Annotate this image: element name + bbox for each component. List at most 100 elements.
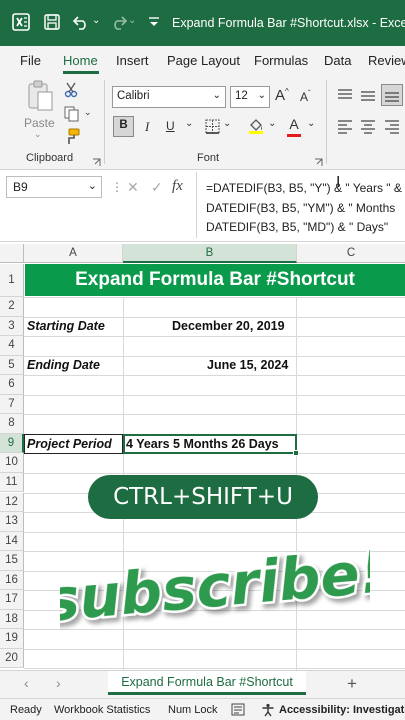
bold-button[interactable]: B (113, 116, 134, 137)
cell-b5[interactable]: June 15, 2024 (207, 358, 288, 372)
accessibility-status[interactable]: Accessibility: Investigate (279, 704, 405, 716)
row-header-9[interactable]: 9 (0, 433, 24, 454)
align-right-icon[interactable] (384, 120, 400, 139)
font-color-dropdown-icon[interactable]: ⌄ (307, 118, 315, 129)
align-bottom-button[interactable] (381, 84, 403, 106)
font-size-select[interactable]: 12 ⌄ (230, 86, 270, 108)
paste-dropdown-icon[interactable]: ⌄ (34, 129, 42, 140)
italic-button[interactable]: I (145, 119, 149, 135)
font-size-value: 12 (235, 90, 248, 102)
undo-dropdown-icon[interactable]: ⌄ (92, 15, 100, 26)
sheet-tab-bar: ‹ › Expand Formula Bar #Shortcut + (0, 670, 405, 698)
title-bar: ⌄ ⌄ Expand Formula Bar #Shortcut.xlsx - … (0, 0, 405, 46)
sheet-tab-active[interactable]: Expand Formula Bar #Shortcut (108, 671, 306, 695)
font-group-label: Font (197, 152, 220, 164)
workbook-statistics-button[interactable]: Workbook Statistics (54, 704, 150, 716)
menu-formulas[interactable]: Formulas (254, 53, 308, 68)
next-sheet-icon[interactable]: › (56, 675, 61, 691)
copy-dropdown-icon[interactable]: ⌄ (84, 107, 92, 118)
status-ready: Ready (10, 704, 42, 716)
row-header-16[interactable]: 16 (0, 570, 24, 591)
enter-icon[interactable]: ✓ (151, 179, 163, 196)
add-sheet-button[interactable]: + (347, 674, 357, 694)
row-header-13[interactable]: 13 (0, 512, 24, 532)
increase-font-size-button[interactable]: A^ (275, 87, 289, 104)
more-options-icon[interactable]: ⋮ (111, 180, 123, 194)
formula-text[interactable]: =DATEDIF(B3, B5, "Y") & " Years " & DATE… (206, 179, 402, 238)
gridline (24, 355, 405, 357)
align-left-icon[interactable] (337, 120, 353, 139)
redo-dropdown-icon[interactable]: ⌄ (128, 15, 136, 26)
format-painter-icon[interactable] (63, 128, 81, 151)
paste-button-label[interactable]: Paste (24, 116, 55, 130)
row-header-19[interactable]: 19 (0, 629, 24, 649)
row-header-20[interactable]: 20 (0, 648, 24, 669)
decrease-font-size-button[interactable]: Aˇ (300, 89, 311, 104)
row-header-5[interactable]: 5 (0, 355, 24, 376)
fill-handle[interactable] (293, 450, 299, 456)
row-header-12[interactable]: 12 (0, 492, 24, 513)
name-box[interactable]: B9 ⌄ (6, 176, 102, 198)
menu-file[interactable]: File (20, 53, 41, 68)
fill-color-icon[interactable] (248, 117, 264, 140)
row-header-1[interactable]: 1 (0, 264, 24, 297)
row-header-15[interactable]: 15 (0, 551, 24, 571)
menu-page-layout[interactable]: Page Layout (167, 53, 240, 68)
cell-a5[interactable]: Ending Date (27, 358, 100, 372)
excel-logo-icon (12, 13, 30, 36)
align-middle-icon[interactable] (360, 90, 376, 108)
column-header-a[interactable]: A (24, 244, 123, 263)
row-header-6[interactable]: 6 (0, 375, 24, 395)
chevron-down-icon: ⌄ (212, 90, 221, 101)
customize-toolbar-icon[interactable] (148, 15, 160, 34)
insert-function-button[interactable]: fx (172, 178, 183, 195)
underline-button[interactable]: U (166, 119, 175, 133)
menu-insert[interactable]: Insert (116, 53, 149, 68)
copy-icon[interactable] (64, 106, 80, 127)
font-name-select[interactable]: Calibri ⌄ (112, 86, 226, 108)
ribbon-separator (104, 80, 105, 164)
row-header-3[interactable]: 3 (0, 316, 24, 337)
underline-dropdown-icon[interactable]: ⌄ (185, 118, 193, 129)
cell-b3[interactable]: December 20, 2019 (172, 319, 285, 333)
menu-home[interactable]: Home (63, 53, 98, 68)
cell-a3[interactable]: Starting Date (27, 319, 105, 333)
title-banner[interactable]: Expand Formula Bar #Shortcut (25, 264, 405, 296)
align-center-icon[interactable] (360, 120, 376, 139)
accessibility-icon[interactable] (261, 703, 275, 720)
row-header-10[interactable]: 10 (0, 453, 24, 473)
macro-recording-icon[interactable] (231, 703, 245, 719)
row-header-11[interactable]: 11 (0, 472, 24, 493)
row-header-8[interactable]: 8 (0, 414, 24, 434)
fill-color-dropdown-icon[interactable]: ⌄ (268, 118, 276, 129)
ribbon-separator (326, 80, 327, 164)
menu-review[interactable]: Review (368, 53, 405, 68)
row-header-17[interactable]: 17 (0, 590, 24, 610)
row-header-4[interactable]: 4 (0, 336, 24, 356)
column-header-c[interactable]: C (297, 244, 405, 263)
cell-a9-text: Project Period (27, 437, 112, 451)
prev-sheet-icon[interactable]: ‹ (24, 675, 29, 691)
column-header-b[interactable]: B (123, 244, 297, 263)
gridline (24, 394, 405, 396)
status-bar: Ready Workbook Statistics Num Lock Acces… (0, 698, 405, 720)
row-header-7[interactable]: 7 (0, 394, 24, 415)
align-top-icon[interactable] (337, 88, 353, 106)
select-all-corner[interactable] (0, 244, 24, 263)
redo-icon[interactable] (108, 13, 128, 36)
subscribe-overlay: subscribe! (60, 535, 370, 638)
undo-icon[interactable] (72, 13, 92, 36)
menu-data[interactable]: Data (324, 53, 351, 68)
save-icon[interactable] (43, 13, 61, 36)
cancel-icon[interactable]: ✕ (127, 179, 139, 196)
borders-icon[interactable] (205, 119, 220, 139)
cut-icon[interactable] (64, 82, 78, 103)
row-header-18[interactable]: 18 (0, 609, 24, 630)
borders-dropdown-icon[interactable]: ⌄ (223, 118, 231, 129)
font-color-icon[interactable]: A (286, 116, 302, 137)
row-header-14[interactable]: 14 (0, 531, 24, 552)
gridline (24, 648, 405, 650)
row-header-2[interactable]: 2 (0, 297, 24, 317)
paste-icon[interactable] (26, 80, 54, 117)
formula-line: DATEDIF(B3, B5, "YM") & " Months (206, 200, 396, 215)
